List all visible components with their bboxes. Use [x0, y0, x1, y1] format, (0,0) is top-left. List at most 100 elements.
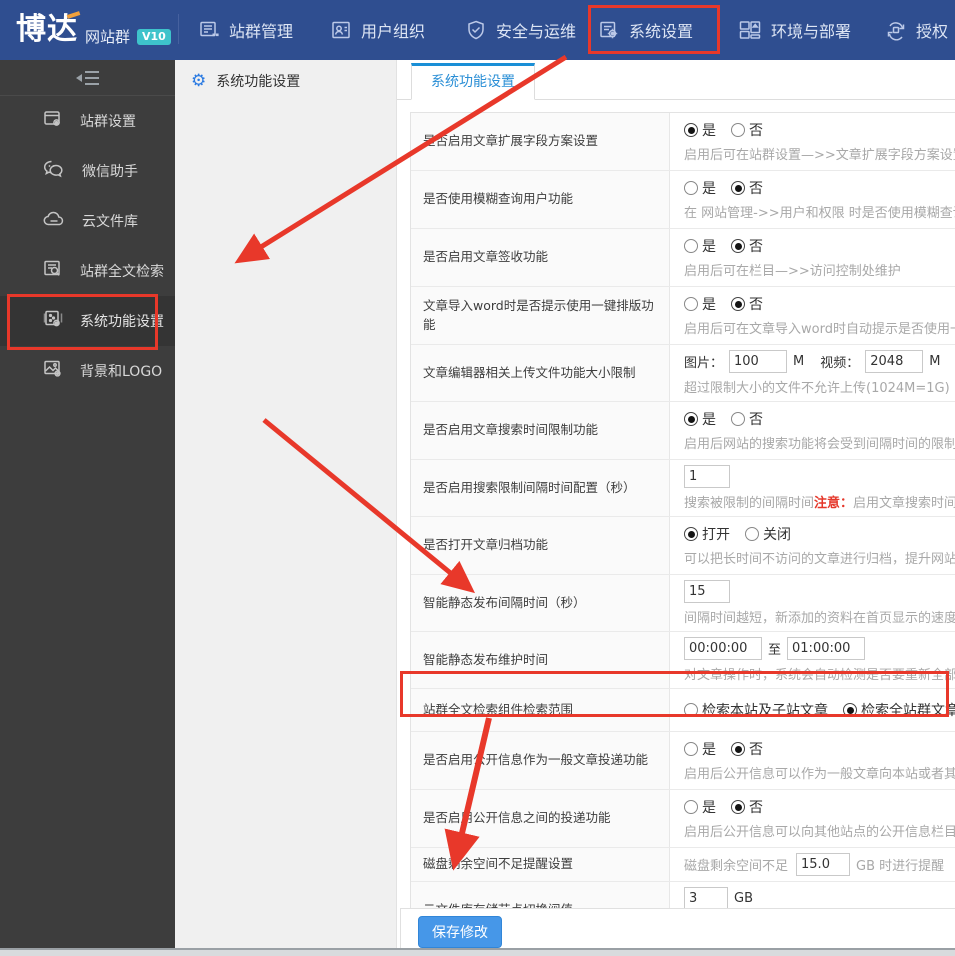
radio-unselected[interactable] [684, 239, 698, 253]
value-text: 视频： [820, 356, 860, 371]
tab-system-functions[interactable]: 系统功能设置 [411, 63, 535, 100]
radio-unselected[interactable] [745, 527, 759, 541]
top-navbar: 博达 网站群 V10 站群管理 用户组织 安全与运维 系统设置 环境与部署 授权 [0, 0, 955, 60]
radio-label: 否 [749, 412, 763, 428]
radio-selected[interactable] [731, 742, 745, 756]
text-input[interactable] [684, 887, 728, 910]
settings-row: 是否启用文章签收功能 是 否启用后可在栏目—>>访问控制处维护 [411, 229, 955, 287]
bottom-edge-strip [0, 948, 955, 956]
app-logo: 博达 网站群 V10 [16, 0, 171, 60]
radio-label: 是 [702, 123, 716, 139]
radio-unselected[interactable] [684, 742, 698, 756]
sidebar-item-label: 站群全文检索 [80, 264, 164, 280]
row-label: 是否使用模糊查询用户功能 [411, 171, 670, 228]
row-label: 站群全文检索组件检索范围 [411, 689, 670, 731]
radio-selected[interactable] [731, 181, 745, 195]
nav-item-license[interactable]: 授权 [885, 0, 948, 60]
text-input[interactable] [796, 853, 851, 876]
row-label: 文章编辑器相关上传文件功能大小限制 [411, 345, 670, 401]
sidebar-item-label: 云文件库 [82, 214, 138, 230]
sidebar-item-wechat-helper[interactable]: 微信助手 [0, 146, 175, 196]
row-label: 是否启用文章扩展字段方案设置 [411, 113, 670, 170]
row-value: 图片：M视频：M附件：超过限制大小的文件不允许上传(1024M=1G) [670, 345, 955, 401]
radio-selected[interactable] [684, 412, 698, 426]
sidebar-item-label: 微信助手 [82, 164, 138, 180]
row-value: 是 否启用后可在栏目—>>访问控制处维护 [670, 229, 955, 286]
nav-item-security-ops[interactable]: 安全与运维 [465, 0, 576, 60]
value-text: M [929, 354, 941, 369]
text-input[interactable] [684, 580, 730, 603]
row-value: 是 否启用后网站的搜索功能将会受到间隔时间的限制 [670, 402, 955, 459]
row-label: 文章导入word时是否提示使用一键排版功能 [411, 287, 670, 344]
sidebar-item-system-functions[interactable]: 系统功能设置 [0, 296, 175, 346]
row-value: 是 否启用后公开信息可以向其他站点的公开信息栏目 [670, 790, 955, 847]
help-text: 启用后可在栏目—>>访问控制处维护 [684, 263, 901, 279]
security-ops-icon [465, 19, 487, 41]
sidebar-item-background-logo[interactable]: 背景和LOGO [0, 346, 175, 396]
row-label: 智能静态发布维护时间 [411, 632, 670, 688]
radio-selected[interactable] [684, 123, 698, 137]
nav-item-user-org[interactable]: 用户组织 [330, 0, 425, 60]
sidebar-collapse-button[interactable] [0, 60, 175, 96]
help-text: 可以把长时间不访问的文章进行归档，提升网站 [684, 551, 955, 567]
row-label: 是否启用文章签收功能 [411, 229, 670, 286]
nav-item-label: 安全与运维 [496, 22, 577, 41]
settings-row: 智能静态发布间隔时间（秒） 间隔时间越短，新添加的资料在首页显示的速度 [411, 575, 955, 632]
row-label: 是否启用文章搜索时间限制功能 [411, 402, 670, 459]
text-input[interactable] [865, 350, 924, 373]
settings-row: 是否启用搜索限制间隔时间配置（秒）搜索被限制的间隔时间 注意：启用文章搜索时间 [411, 460, 955, 517]
settings-row: 是否使用模糊查询用户功能 是 否在 网站管理->>用户和权限 时是否使用模糊查询 [411, 171, 955, 229]
sidebar-item-cloud-library[interactable]: 云文件库 [0, 196, 175, 246]
sidebar-item-fulltext-search[interactable]: 站群全文检索 [0, 246, 175, 296]
radio-unselected[interactable] [684, 800, 698, 814]
help-text: 间隔时间越短，新添加的资料在首页显示的速度 [684, 610, 955, 626]
row-value: 搜索被限制的间隔时间 注意：启用文章搜索时间 [670, 460, 955, 516]
radio-label: 是 [702, 412, 716, 428]
value-text: 至 [768, 643, 782, 658]
nav-item-label: 授权 [916, 22, 949, 41]
help-text: 启用后网站的搜索功能将会受到间隔时间的限制 [684, 436, 955, 452]
radio-unselected[interactable] [684, 297, 698, 311]
radio-unselected[interactable] [731, 412, 745, 426]
left-sidebar: 站群设置微信助手云文件库站群全文检索系统功能设置 背景和LOGO [0, 60, 175, 948]
radio-label: 检索本站及子站文章 [702, 703, 828, 719]
nav-item-label: 系统设置 [629, 22, 694, 41]
help-text: 启用文章搜索时间 [853, 495, 955, 511]
license-icon [885, 19, 907, 41]
secondary-panel: ⚙ 系统功能设置 [175, 60, 397, 948]
radio-selected[interactable] [731, 297, 745, 311]
text-input[interactable] [684, 637, 762, 660]
radio-selected[interactable] [731, 800, 745, 814]
radio-selected[interactable] [843, 703, 857, 717]
gear-icon: ⚙ [191, 70, 207, 91]
text-input[interactable] [729, 350, 788, 373]
secondary-panel-header: ⚙ 系统功能设置 [175, 60, 396, 102]
settings-row: 文章导入word时是否提示使用一键排版功能 是 否启用后可在文章导入word时自动提… [411, 287, 955, 345]
nav-item-sites-mgmt[interactable]: 站群管理 [198, 0, 293, 60]
row-value: 检索本站及子站文章 检索全站群文章 [670, 689, 955, 731]
help-text: 启用后可在站群设置—>>文章扩展字段方案设置 [684, 147, 955, 163]
radio-selected[interactable] [731, 239, 745, 253]
text-input[interactable] [787, 637, 866, 660]
row-label: 是否启用公开信息之间的投递功能 [411, 790, 670, 847]
help-text: 磁盘剩余空间不足 [684, 859, 789, 874]
site-settings-icon [42, 108, 64, 134]
radio-label: 否 [749, 239, 763, 255]
radio-selected[interactable] [684, 527, 698, 541]
cloud-library-icon [42, 208, 66, 234]
help-text: 对文章操作时，系统会自动检测是否要重新全部 [684, 667, 955, 683]
warning-text: 注意： [814, 495, 854, 511]
radio-unselected[interactable] [684, 703, 698, 717]
nav-item-label: 环境与部署 [771, 22, 852, 41]
sidebar-item-site-settings[interactable]: 站群设置 [0, 96, 175, 146]
system-functions-icon [42, 308, 64, 334]
text-input[interactable] [684, 465, 730, 488]
main-panel: 系统功能设置 是否启用文章扩展字段方案设置是否启用后可在站群设置—>>文章扩展字… [397, 60, 955, 948]
help-text: 启用后可在文章导入word时自动提示是否使用一键 [684, 321, 955, 337]
row-value: 打开 关闭 可以把长时间不访问的文章进行归档，提升网站 [670, 517, 955, 574]
nav-item-env-deploy[interactable]: 环境与部署 [738, 0, 851, 60]
save-button[interactable]: 保存修改 [418, 916, 502, 948]
nav-item-system-settings[interactable]: 系统设置 [598, 0, 693, 60]
radio-unselected[interactable] [684, 181, 698, 195]
radio-unselected[interactable] [731, 123, 745, 137]
